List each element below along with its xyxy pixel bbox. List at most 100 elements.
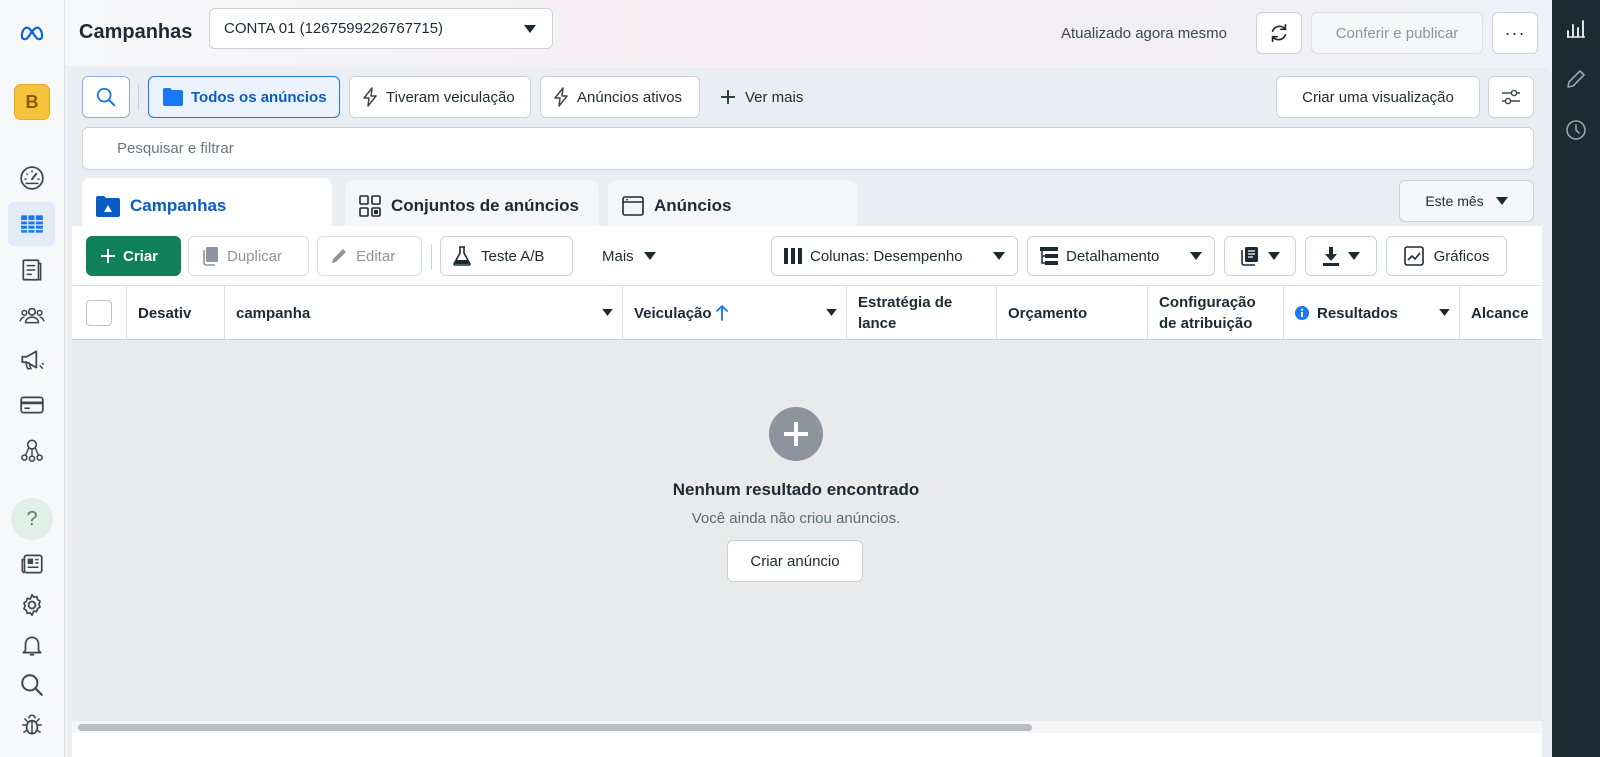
right-side-panel xyxy=(1552,0,1600,757)
search-filter-input[interactable]: Pesquisar e filtrar xyxy=(82,127,1534,170)
left-navigation: B ? xyxy=(0,0,65,757)
tab-campaigns[interactable]: Campanhas xyxy=(82,178,332,233)
events-manager-icon[interactable] xyxy=(8,428,55,472)
dashboard-gauge-icon[interactable] xyxy=(8,156,55,200)
business-avatar[interactable]: B xyxy=(14,84,50,120)
column-header-reach[interactable]: Alcance xyxy=(1460,286,1542,339)
breakdown-icon xyxy=(1040,247,1058,265)
meta-logo-icon[interactable] xyxy=(8,10,55,54)
export-dropdown[interactable] xyxy=(1305,236,1377,276)
scrollbar-thumb[interactable] xyxy=(78,724,1032,731)
top-header: Campanhas CONTA 01 (1267599226767715) At… xyxy=(65,0,1552,66)
filter-active-ads-button[interactable]: Anúncios ativos xyxy=(540,76,700,118)
tab-ads-label: Anúncios xyxy=(654,196,732,215)
columns-icon xyxy=(784,248,802,264)
flask-icon xyxy=(453,246,471,266)
caret-down-icon[interactable] xyxy=(1439,309,1450,316)
campaign-megaphone-icon[interactable] xyxy=(8,338,55,382)
notifications-bell-icon[interactable] xyxy=(8,623,55,667)
news-icon[interactable] xyxy=(8,542,55,586)
settings-gear-icon[interactable] xyxy=(8,583,55,627)
tab-campaigns-label: Campanhas xyxy=(130,195,227,215)
column-header-budget[interactable]: Orçamento xyxy=(997,286,1148,339)
search-icon xyxy=(96,87,116,107)
caret-down-icon[interactable] xyxy=(826,309,837,316)
column-header-campaign[interactable]: campanha xyxy=(225,286,623,339)
caret-down-icon xyxy=(1495,197,1508,205)
duplicate-button[interactable]: Duplicar xyxy=(188,236,309,276)
column-header-bid-strategy[interactable]: Estratégia de lance xyxy=(847,286,997,339)
columns-dropdown[interactable]: Colunas: Desempenho xyxy=(771,236,1018,276)
reports-dropdown[interactable] xyxy=(1224,236,1296,276)
breakdown-dropdown[interactable]: Detalhamento xyxy=(1027,236,1215,276)
info-icon[interactable] xyxy=(1295,306,1309,320)
review-and-publish-button[interactable]: Conferir e publicar xyxy=(1311,12,1483,54)
select-all-checkbox-cell xyxy=(72,286,127,339)
bar-chart-icon[interactable] xyxy=(1564,17,1588,41)
ad-window-icon xyxy=(622,196,644,216)
columns-label: Colunas: Desempenho xyxy=(810,247,963,265)
see-more-label: Ver mais xyxy=(745,88,804,106)
folder-icon xyxy=(163,88,183,106)
caret-down-icon xyxy=(524,25,536,33)
last-updated-status: Atualizado agora mesmo xyxy=(1061,25,1227,42)
empty-state-title: Nenhum resultado encontrado xyxy=(672,480,920,499)
select-all-checkbox[interactable] xyxy=(86,300,112,326)
more-actions-dropdown[interactable]: Mais xyxy=(590,236,668,276)
caret-down-icon xyxy=(1190,252,1202,260)
account-selector[interactable]: CONTA 01 (1267599226767715) xyxy=(209,8,553,49)
ads-manager-table-icon[interactable] xyxy=(8,202,55,246)
audiences-icon[interactable] xyxy=(8,293,55,337)
charts-label: Gráficos xyxy=(1433,247,1490,265)
refresh-button[interactable] xyxy=(1256,12,1302,54)
create-button[interactable]: Criar xyxy=(86,236,181,276)
view-settings-button[interactable] xyxy=(1488,76,1534,118)
column-header-results[interactable]: Resultados xyxy=(1284,286,1460,339)
filter-active-label: Anúncios ativos xyxy=(577,88,683,106)
tab-ads[interactable]: Anúncios xyxy=(608,180,857,232)
plus-icon xyxy=(721,90,735,104)
search-toggle-button[interactable] xyxy=(82,76,130,118)
search-icon[interactable] xyxy=(8,663,55,707)
caret-down-icon xyxy=(993,252,1005,260)
page-title: Campanhas xyxy=(79,21,193,43)
reports-icon xyxy=(1241,247,1258,266)
more-options-button[interactable]: ··· xyxy=(1492,12,1538,54)
create-ad-button[interactable]: Criar anúncio xyxy=(727,540,863,582)
tab-ad-sets[interactable]: Conjuntos de anúncios xyxy=(345,180,599,232)
horizontal-scrollbar[interactable] xyxy=(72,721,1542,733)
table-header: Desativ campanha Veiculação Estratégia d… xyxy=(72,285,1542,340)
column-header-attribution-setting[interactable]: Configuração de atribuição xyxy=(1148,286,1284,339)
column-header-delivery[interactable]: Veiculação xyxy=(623,286,847,339)
tab-ad-sets-label: Conjuntos de anúncios xyxy=(391,196,579,215)
date-range-picker[interactable]: Este mês xyxy=(1399,180,1534,222)
pencil-icon xyxy=(332,249,346,263)
ab-test-button[interactable]: Teste A/B xyxy=(440,236,573,276)
see-more-filters-button[interactable]: Ver mais xyxy=(720,76,803,118)
plus-icon xyxy=(101,249,115,263)
search-placeholder: Pesquisar e filtrar xyxy=(117,140,234,157)
edit-pencil-icon[interactable] xyxy=(1564,67,1588,91)
filter-all-ads-button[interactable]: Todos os anúncios xyxy=(148,76,340,118)
breakdown-label: Detalhamento xyxy=(1066,247,1160,265)
caret-down-icon xyxy=(1348,252,1360,260)
more-label: Mais xyxy=(602,247,634,265)
filter-divider xyxy=(138,84,139,110)
charts-button[interactable]: Gráficos xyxy=(1386,236,1507,276)
filter-delivered-button[interactable]: Tiveram veiculação xyxy=(349,76,531,118)
column-header-off-label: Desativ xyxy=(138,304,192,322)
caret-down-icon[interactable] xyxy=(602,309,613,316)
history-clock-icon[interactable] xyxy=(1564,118,1588,142)
help-symbol: ? xyxy=(26,507,38,530)
column-header-off[interactable]: Desativ xyxy=(127,286,225,339)
lightning-icon xyxy=(363,87,377,107)
create-view-button[interactable]: Criar uma visualização xyxy=(1276,76,1480,118)
bug-report-icon[interactable] xyxy=(8,703,55,747)
pages-icon[interactable] xyxy=(8,248,55,292)
edit-button[interactable]: Editar xyxy=(317,236,422,276)
empty-state-subtitle: Você ainda não criou anúncios. xyxy=(691,510,901,527)
column-header-bid-strategy-label: Estratégia de lance xyxy=(858,294,953,332)
help-icon[interactable]: ? xyxy=(11,498,53,540)
create-label: Criar xyxy=(123,247,159,265)
billing-card-icon[interactable] xyxy=(8,383,55,427)
